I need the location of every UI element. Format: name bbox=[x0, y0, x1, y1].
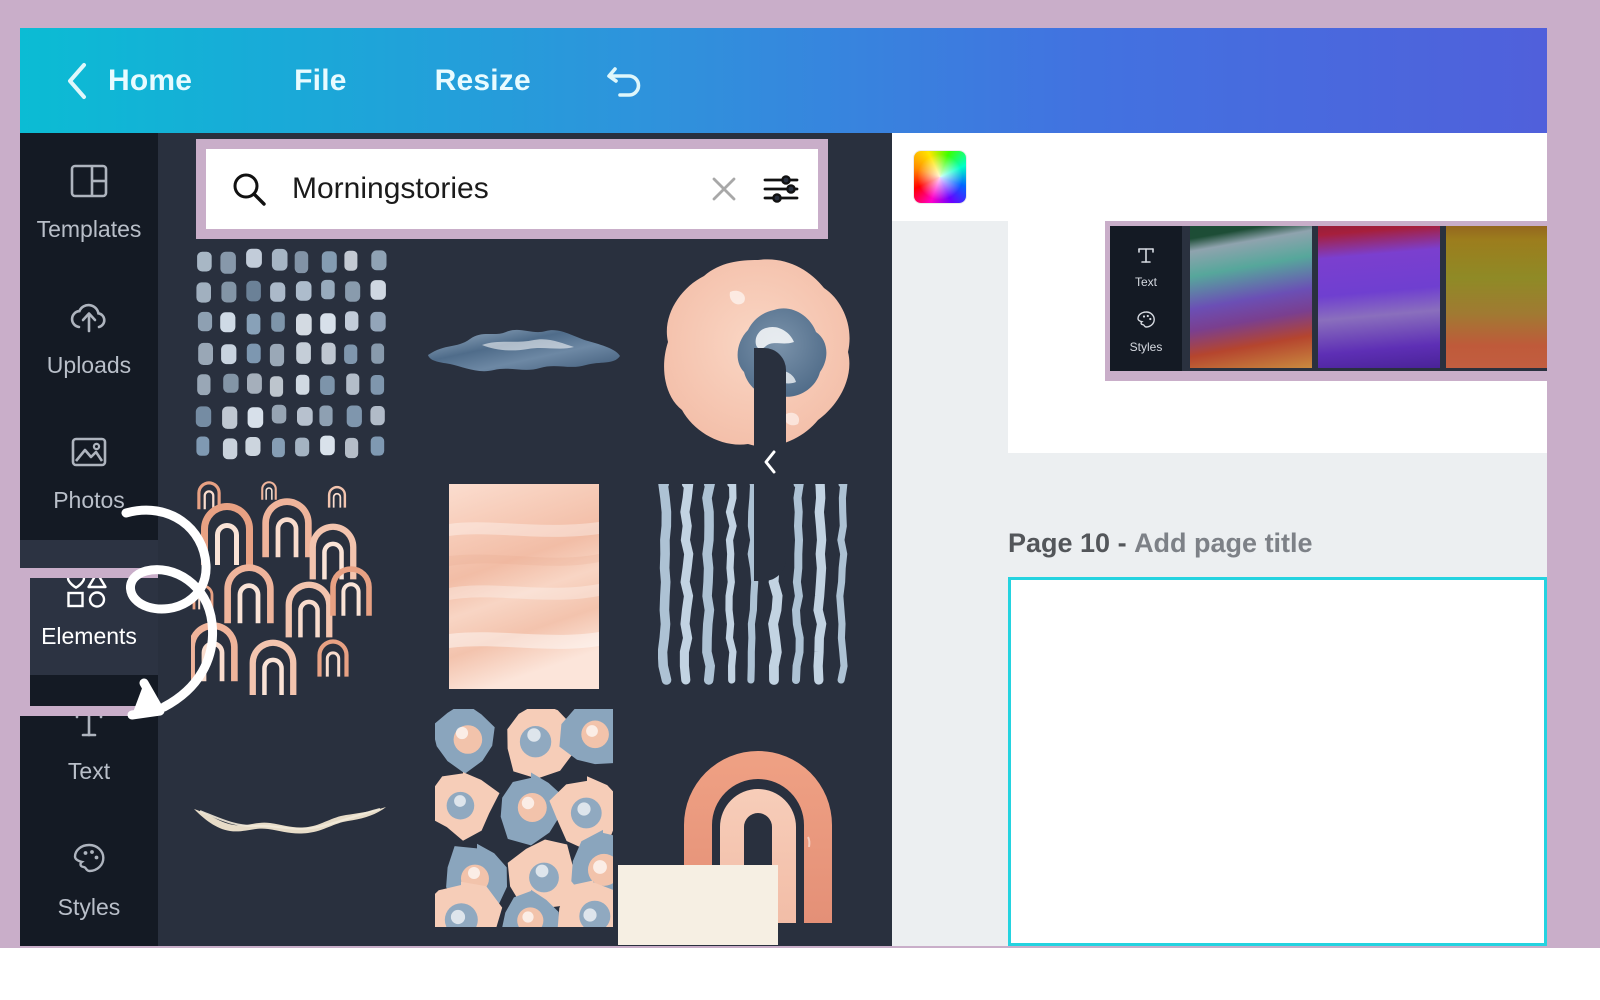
overlay-gradient-thumbnail[interactable] bbox=[1446, 226, 1547, 368]
menu-item-home[interactable]: Home bbox=[108, 64, 192, 98]
clear-search-button[interactable] bbox=[708, 173, 740, 205]
sidebar-item-templates[interactable]: Templates bbox=[20, 133, 158, 269]
element-thumbnail[interactable] bbox=[182, 477, 398, 695]
element-thumbnail[interactable] bbox=[416, 245, 632, 463]
layout-template-icon bbox=[68, 158, 110, 204]
sidebar-item-label: Templates bbox=[36, 216, 142, 243]
chevron-left-icon bbox=[64, 61, 90, 101]
workspace-area: Text Styles Page 10 - Add page title bbox=[892, 133, 1547, 946]
sidebar-item-label: Uploads bbox=[46, 351, 132, 378]
left-sidebar: Templates Uploads Photos Elements Text S… bbox=[20, 133, 168, 947]
text-t-icon bbox=[1134, 243, 1158, 272]
sidebar-item-elements[interactable]: Elements bbox=[20, 539, 158, 675]
overlay-sidebar-item-styles[interactable]: Styles bbox=[1129, 308, 1163, 354]
overlay-sidebar: Text Styles bbox=[1110, 226, 1182, 371]
element-thumbnail[interactable] bbox=[416, 477, 632, 695]
page-title-prefix: Page 10 - bbox=[1008, 528, 1135, 558]
sidebar-item-label: Photos bbox=[53, 487, 125, 514]
text-t-icon bbox=[68, 700, 110, 746]
search-input[interactable] bbox=[290, 171, 708, 207]
sidebar-item-uploads[interactable]: Uploads bbox=[20, 269, 158, 405]
undo-arrow-icon bbox=[603, 55, 649, 106]
sliders-filter-icon[interactable] bbox=[762, 172, 800, 206]
editor-body: Templates Uploads Photos Elements Text S… bbox=[20, 133, 1547, 946]
overlay-gradient-thumbnail[interactable] bbox=[1318, 226, 1440, 368]
collapse-panel-button[interactable] bbox=[754, 348, 786, 581]
page-title-placeholder: Add page title bbox=[1134, 528, 1313, 558]
color-wheel-icon[interactable] bbox=[914, 151, 966, 203]
chevron-left-icon bbox=[762, 449, 778, 480]
search-bar[interactable] bbox=[206, 149, 818, 229]
page-bottom-margin bbox=[0, 948, 1600, 1000]
cloud-upload-icon bbox=[67, 294, 111, 340]
overlay-gradient-thumbnail[interactable] bbox=[1190, 226, 1312, 368]
overlay-sidebar-item-text[interactable]: Text bbox=[1134, 243, 1158, 289]
page-canvas[interactable] bbox=[1008, 577, 1547, 946]
element-thumbnail-partial[interactable] bbox=[578, 805, 818, 945]
element-thumbnail[interactable] bbox=[182, 245, 398, 463]
overlay-sidebar-item-label: Styles bbox=[1129, 339, 1163, 354]
magnifier-icon bbox=[230, 170, 268, 208]
overlay-screenshot-panel: Text Styles bbox=[1105, 221, 1547, 381]
overlay-thumbnail-grid bbox=[1182, 226, 1547, 371]
back-button[interactable] bbox=[60, 61, 94, 101]
canva-editor-window: Home File Resize Templates Uploads Photo… bbox=[20, 28, 1547, 946]
overlay-sidebar-item-label: Text bbox=[1134, 275, 1157, 290]
palette-icon bbox=[1134, 308, 1158, 337]
screenshot-root: Home File Resize Templates Uploads Photo… bbox=[0, 0, 1600, 1000]
menu-item-file[interactable]: File bbox=[294, 64, 346, 98]
top-toolbar: Home File Resize bbox=[20, 28, 1547, 133]
sidebar-item-label: Text bbox=[67, 758, 111, 785]
sidebar-item-photos[interactable]: Photos bbox=[20, 404, 158, 540]
element-thumbnail[interactable] bbox=[182, 709, 398, 927]
menu-item-resize[interactable]: Resize bbox=[435, 64, 531, 98]
sidebar-item-label: Elements bbox=[41, 622, 137, 649]
undo-button[interactable] bbox=[603, 58, 649, 104]
workspace-top-bar bbox=[892, 133, 1547, 221]
search-highlight-frame bbox=[196, 139, 828, 239]
sidebar-item-text[interactable]: Text bbox=[20, 675, 158, 811]
sidebar-item-styles[interactable]: Styles bbox=[20, 811, 158, 947]
shapes-icon bbox=[62, 565, 116, 611]
page-title[interactable]: Page 10 - Add page title bbox=[1008, 528, 1313, 559]
sidebar-item-label: Styles bbox=[57, 893, 121, 920]
image-icon bbox=[68, 429, 110, 475]
palette-icon bbox=[68, 836, 110, 882]
